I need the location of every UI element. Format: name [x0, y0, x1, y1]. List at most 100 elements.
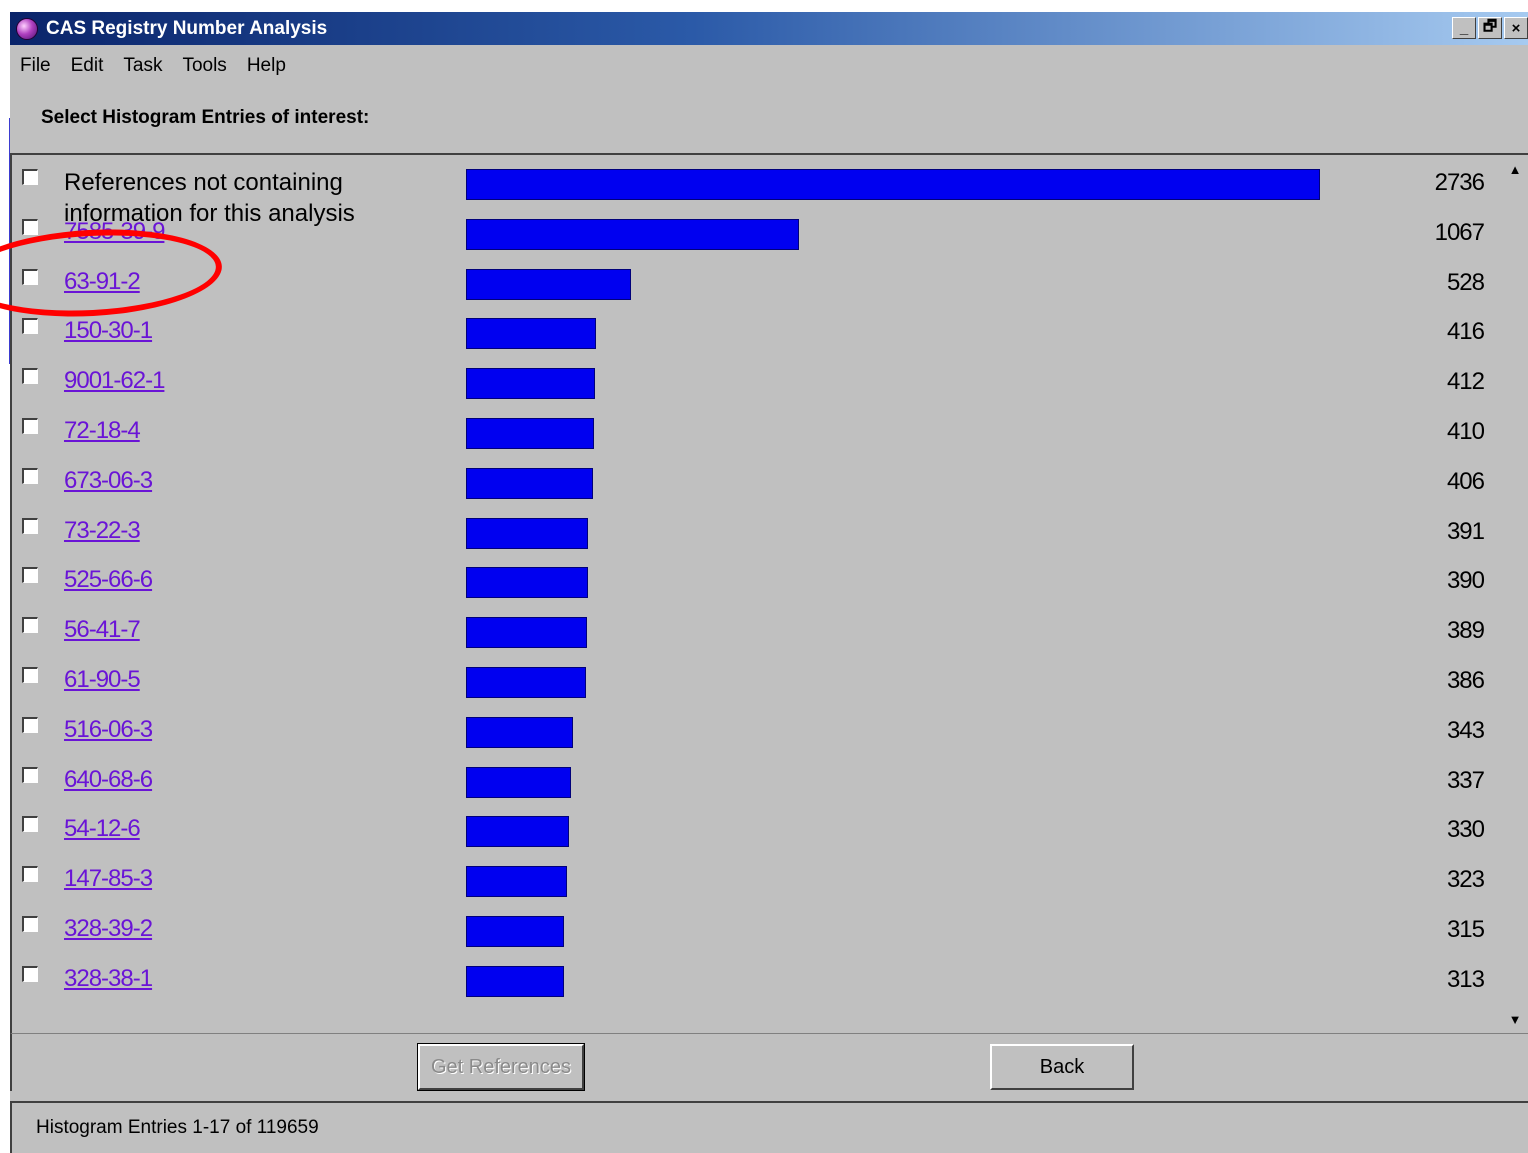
cas-number-link[interactable]: 640-68-6 [64, 765, 153, 795]
cas-number-link[interactable]: 73-22-3 [64, 516, 141, 546]
histogram-row: 54-12-6 330 [12, 812, 1502, 852]
status-bar: Histogram Entries 1-17 of 119659 [10, 1101, 1528, 1153]
histogram-bar [466, 567, 588, 599]
cas-number-link[interactable]: 9001-62-1 [64, 366, 165, 396]
window-title: CAS Registry Number Analysis [46, 17, 328, 39]
cas-number-link[interactable]: 7585-39-9 [64, 217, 165, 247]
entry-count: 337 [1446, 766, 1485, 794]
entry-count: 1067 [1434, 218, 1485, 246]
entry-checkbox[interactable] [22, 567, 38, 584]
menu-file[interactable]: File [10, 55, 61, 77]
histogram-bar [466, 318, 596, 350]
minimize-button[interactable]: _ [1452, 17, 1476, 39]
cas-number-link[interactable]: 54-12-6 [64, 814, 141, 844]
cas-number-link[interactable]: 673-06-3 [64, 466, 153, 496]
annotation-bracket [0, 118, 10, 364]
cas-number-link[interactable]: 328-38-1 [64, 964, 153, 994]
histogram-bar [466, 716, 573, 748]
menu-edit[interactable]: Edit [61, 55, 114, 77]
scroll-up-icon[interactable]: ▲ [1504, 157, 1526, 181]
entry-checkbox[interactable] [22, 517, 38, 534]
histogram-bar [466, 218, 799, 250]
cas-number-link[interactable]: 147-85-3 [64, 864, 153, 894]
entry-checkbox[interactable] [22, 916, 38, 932]
entry-checkbox[interactable] [22, 268, 38, 285]
histogram-row: 73-22-3 391 [12, 514, 1502, 554]
histogram-bar [466, 617, 587, 649]
menu-tools[interactable]: Tools [172, 55, 236, 77]
entry-checkbox[interactable] [22, 418, 38, 434]
histogram-bar [466, 816, 569, 848]
entry-count: 2736 [1434, 169, 1485, 196]
cas-number-link[interactable]: 150-30-1 [64, 316, 153, 346]
histogram-row: 328-38-1 313 [12, 962, 1502, 1002]
entry-count: 528 [1446, 268, 1485, 296]
cas-number-link[interactable]: 525-66-6 [64, 565, 153, 595]
histogram-bar [466, 368, 595, 400]
menu-help[interactable]: Help [237, 55, 296, 77]
vertical-scrollbar[interactable]: ▲ ▼ [1502, 155, 1528, 1033]
histogram-row: 150-30-1 416 [12, 314, 1502, 354]
histogram-bar [466, 965, 564, 997]
menu-task[interactable]: Task [113, 55, 172, 77]
histogram-row: 525-66-6 390 [12, 563, 1502, 603]
histogram-bar [466, 866, 567, 898]
back-button[interactable]: Back [990, 1044, 1134, 1090]
entry-checkbox[interactable] [22, 318, 38, 335]
entry-checkbox[interactable] [22, 766, 38, 783]
entry-count: 389 [1446, 617, 1485, 645]
entry-count: 406 [1446, 467, 1485, 495]
entry-checkbox[interactable] [22, 716, 38, 733]
entry-count: 386 [1446, 667, 1485, 694]
histogram-bar [466, 467, 593, 499]
cas-number-link[interactable]: 56-41-7 [64, 615, 141, 645]
page-heading: Select Histogram Entries of interest: [41, 107, 370, 128]
histogram-row: 147-85-3 323 [12, 862, 1502, 902]
histogram-bar [466, 418, 594, 449]
close-button[interactable]: × [1504, 17, 1528, 39]
status-text: Histogram Entries 1-17 of 119659 [36, 1117, 319, 1138]
cas-number-link[interactable]: 328-39-2 [64, 914, 153, 944]
entry-checkbox[interactable] [22, 169, 38, 185]
entry-count: 313 [1446, 965, 1485, 993]
histogram-list: References not containing information fo… [10, 153, 1528, 1033]
maximize-button[interactable]: 🗗 [1478, 17, 1502, 39]
cas-number-link[interactable]: 516-06-3 [64, 715, 153, 745]
histogram-row: 72-18-4 410 [12, 414, 1502, 454]
entry-count: 391 [1446, 517, 1485, 545]
app-icon [16, 17, 38, 40]
entry-count: 315 [1446, 916, 1485, 943]
button-panel: Get References Back [10, 1033, 1528, 1091]
entry-checkbox[interactable] [22, 667, 38, 683]
cas-number-link[interactable]: 72-18-4 [64, 416, 141, 446]
histogram-row: 516-06-3 343 [12, 713, 1502, 753]
histogram-row: 640-68-6 337 [12, 763, 1502, 803]
get-references-button[interactable]: Get References [417, 1043, 585, 1091]
cas-number-link[interactable]: 63-91-2 [64, 267, 141, 297]
entry-count: 412 [1446, 368, 1485, 396]
entry-checkbox[interactable] [22, 617, 38, 634]
histogram-row: 9001-62-1 412 [12, 364, 1502, 404]
histogram-row: 63-91-2 528 [12, 265, 1502, 305]
histogram-row: 328-39-2 315 [12, 912, 1502, 952]
entry-count: 416 [1446, 318, 1485, 346]
scroll-down-icon[interactable]: ▼ [1504, 1007, 1526, 1031]
cas-number-link[interactable]: 61-90-5 [64, 665, 141, 695]
entry-checkbox[interactable] [22, 368, 38, 385]
entry-checkbox[interactable] [22, 467, 38, 484]
entry-checkbox[interactable] [22, 816, 38, 833]
histogram-bar [466, 517, 588, 549]
entry-checkbox[interactable] [22, 965, 38, 982]
entry-count: 330 [1446, 816, 1485, 844]
histogram-row: References not containing information fo… [12, 165, 1502, 227]
entry-checkbox[interactable] [22, 866, 38, 883]
entry-checkbox[interactable] [22, 218, 38, 235]
title-bar[interactable]: CAS Registry Number Analysis _ 🗗 × [10, 12, 1528, 45]
entry-count: 390 [1446, 567, 1485, 595]
histogram-row: 673-06-3 406 [12, 464, 1502, 504]
menu-bar: File Edit Task Tools Help [10, 45, 296, 87]
histogram-bar [466, 916, 564, 947]
entry-count: 323 [1446, 866, 1485, 894]
histogram-row: 61-90-5 386 [12, 663, 1502, 703]
histogram-row: 56-41-7 389 [12, 613, 1502, 653]
